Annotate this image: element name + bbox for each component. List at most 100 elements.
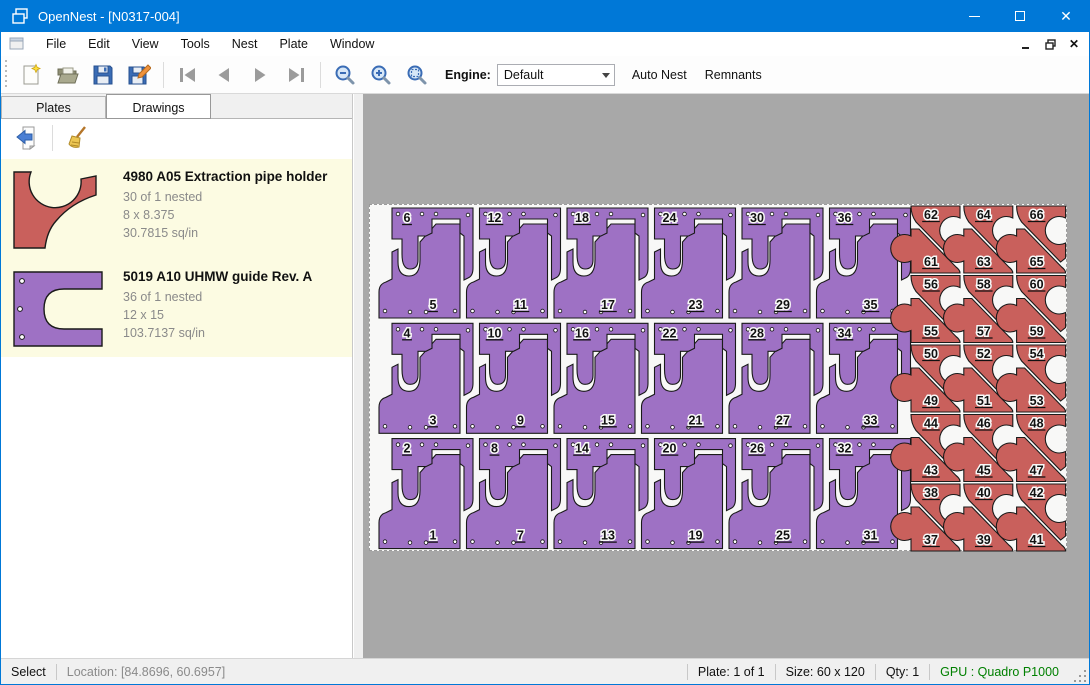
part-number-label: 60 — [1030, 278, 1044, 292]
tab-plates[interactable]: Plates — [1, 96, 106, 119]
zoom-in-icon[interactable] — [365, 60, 397, 90]
menu-item-nest[interactable]: Nest — [221, 33, 269, 55]
purple-pair-cell: 1211 — [467, 208, 561, 318]
nested-part[interactable] — [467, 339, 548, 433]
nested-part[interactable] — [729, 455, 810, 549]
save-as-icon[interactable] — [123, 60, 155, 90]
engine-select[interactable]: Default — [497, 64, 615, 86]
drawing-size: 8 x 8.375 — [123, 206, 327, 224]
nested-part[interactable] — [467, 224, 548, 318]
nested-part[interactable] — [554, 455, 635, 549]
next-plate-icon[interactable] — [244, 60, 276, 90]
drawing-item-0[interactable]: 4980 A05 Extraction pipe holder 30 of 1 … — [1, 159, 352, 259]
previous-plate-icon[interactable] — [208, 60, 240, 90]
part-number-label: 7 — [517, 529, 524, 543]
plate-sheet: 6512111817242330293635431091615222128273… — [369, 204, 1067, 551]
mdi-minimize-icon[interactable] — [1015, 34, 1037, 54]
part-number-label: 50 — [924, 347, 938, 361]
nested-part[interactable] — [467, 455, 548, 549]
nested-part[interactable] — [642, 455, 723, 549]
nested-part[interactable] — [379, 455, 460, 549]
part-number-label: 62 — [924, 208, 938, 222]
nested-part[interactable] — [379, 224, 460, 318]
new-document-icon[interactable] — [15, 60, 47, 90]
drawing-item-1[interactable]: 5019 A10 UHMW guide Rev. A 36 of 1 neste… — [1, 259, 352, 357]
title-bar[interactable]: OpenNest - [N0317-004] ✕ — [1, 0, 1089, 32]
last-plate-icon[interactable] — [280, 60, 312, 90]
nested-part[interactable] — [817, 224, 898, 318]
nested-part[interactable] — [642, 224, 723, 318]
opennest-window: { "window": { "title": "OpenNest - [N031… — [0, 0, 1090, 685]
mdi-restore-icon[interactable] — [1039, 34, 1061, 54]
nested-part[interactable] — [379, 339, 460, 433]
drawing-nested-count: 36 of 1 nested — [123, 288, 312, 306]
purple-pair-cell: 2423 — [642, 208, 736, 318]
nested-part[interactable] — [554, 339, 635, 433]
tab-drawings[interactable]: Drawings — [106, 94, 211, 119]
nested-part[interactable] — [729, 224, 810, 318]
purple-pair-cell: 2827 — [729, 323, 823, 433]
menu-item-window[interactable]: Window — [319, 33, 385, 55]
nested-part[interactable] — [642, 339, 723, 433]
toolbar-grip[interactable] — [3, 60, 9, 90]
menu-item-edit[interactable]: Edit — [77, 33, 121, 55]
menu-item-plate[interactable]: Plate — [268, 33, 319, 55]
part-number-label: 26 — [750, 442, 764, 456]
menu-item-tools[interactable]: Tools — [170, 33, 221, 55]
status-gpu: GPU : Quadro P1000 — [930, 665, 1069, 679]
open-folder-icon[interactable] — [51, 60, 83, 90]
part-number-label: 28 — [750, 326, 764, 340]
clean-broom-icon[interactable] — [62, 123, 94, 153]
status-bar: Select Location: [84.8696, 60.6957] Plat… — [1, 658, 1089, 684]
part-number-label: 23 — [689, 298, 703, 312]
remnants-button[interactable]: Remnants — [696, 62, 771, 88]
nested-part[interactable] — [729, 339, 810, 433]
part-number-label: 63 — [977, 255, 991, 269]
close-button[interactable]: ✕ — [1043, 0, 1089, 32]
part-number-label: 53 — [1030, 394, 1044, 408]
menu-item-view[interactable]: View — [121, 33, 170, 55]
panel-splitter[interactable] — [354, 94, 363, 658]
maximize-button[interactable] — [997, 0, 1043, 32]
save-icon[interactable] — [87, 60, 119, 90]
purple-pair-cell: 26 25 — [729, 439, 823, 549]
toolbar-separator — [320, 62, 321, 88]
first-plate-icon[interactable] — [172, 60, 204, 90]
window-title: OpenNest - [N0317-004] — [38, 9, 180, 24]
minimize-button[interactable] — [951, 0, 997, 32]
side-tabs: Plates Drawings — [1, 94, 352, 119]
nested-part[interactable] — [554, 224, 635, 318]
drawing-nested-count: 30 of 1 nested — [123, 188, 327, 206]
auto-nest-button[interactable]: Auto Nest — [623, 62, 696, 88]
nested-part[interactable] — [817, 339, 898, 433]
part-number-label: 46 — [977, 417, 991, 431]
drawing-list: 4980 A05 Extraction pipe holder 30 of 1 … — [1, 159, 352, 357]
purple-pair-cell: 109 — [467, 323, 561, 433]
menu-item-file[interactable]: File — [35, 33, 77, 55]
part-number-label: 31 — [864, 529, 878, 543]
nesting-canvas[interactable]: 6512111817242330293635431091615222128273… — [363, 94, 1089, 658]
purple-pair-cell: 3029 — [729, 208, 823, 318]
drawing-area: 30.7815 sq/in — [123, 224, 327, 242]
import-drawing-icon[interactable] — [11, 123, 43, 153]
part-number-label: 13 — [601, 529, 615, 543]
part-number-label: 49 — [924, 394, 938, 408]
mdi-document-icon[interactable] — [9, 37, 25, 51]
part-number-label: 57 — [977, 325, 991, 339]
mdi-close-icon[interactable]: ✕ — [1063, 34, 1085, 54]
part-number-label: 21 — [689, 413, 703, 427]
part-number-label: 43 — [924, 464, 938, 478]
zoom-out-icon[interactable] — [329, 60, 361, 90]
purple-pair-cell: 21 — [379, 439, 473, 549]
zoom-fit-icon[interactable] — [401, 60, 433, 90]
part-number-label: 35 — [864, 298, 878, 312]
part-number-label: 25 — [776, 529, 790, 543]
nested-part[interactable] — [817, 455, 898, 549]
toolbar-separator — [52, 125, 53, 151]
resize-grip[interactable] — [1073, 669, 1087, 683]
part-number-label: 37 — [924, 533, 938, 547]
part-number-label: 33 — [864, 413, 878, 427]
part-number-label: 34 — [838, 326, 852, 340]
status-location: Location: [84.8696, 60.6957] — [57, 665, 235, 679]
part-number-label: 64 — [977, 208, 991, 222]
